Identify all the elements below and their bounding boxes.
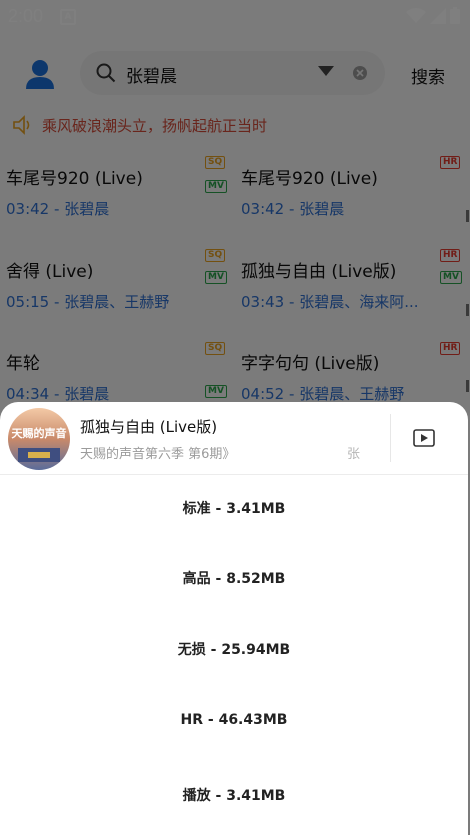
scrollbar[interactable]	[466, 380, 469, 392]
play-video-icon[interactable]	[413, 429, 435, 447]
quality-option-hr[interactable]: HR - 46.43MB	[0, 700, 468, 740]
album-cover-title: 天赐的声音	[11, 427, 67, 440]
sheet-song-subtitle: 天赐的声音第六季 第6期》	[80, 447, 236, 462]
divider	[0, 474, 468, 475]
marquee-fade	[366, 434, 390, 468]
sheet-artist: 张	[347, 447, 361, 462]
album-cover: 天赐的声音	[8, 408, 70, 470]
quality-bottom-sheet: 天赐的声音 孤独与自由 (Live版) 天赐的声音第六季 第6期》 张 标准 -…	[0, 402, 468, 835]
scrollbar[interactable]	[466, 210, 469, 222]
scrollbar[interactable]	[466, 304, 469, 316]
play-option[interactable]: 播放 - 3.41MB	[0, 776, 468, 816]
divider	[390, 414, 391, 462]
sheet-song-title: 孤独与自由 (Live版)	[80, 418, 218, 436]
quality-option-standard[interactable]: 标准 - 3.41MB	[0, 489, 468, 529]
quality-option-lossless[interactable]: 无损 - 25.94MB	[0, 630, 468, 670]
quality-option-high[interactable]: 高品 - 8.52MB	[0, 559, 468, 599]
